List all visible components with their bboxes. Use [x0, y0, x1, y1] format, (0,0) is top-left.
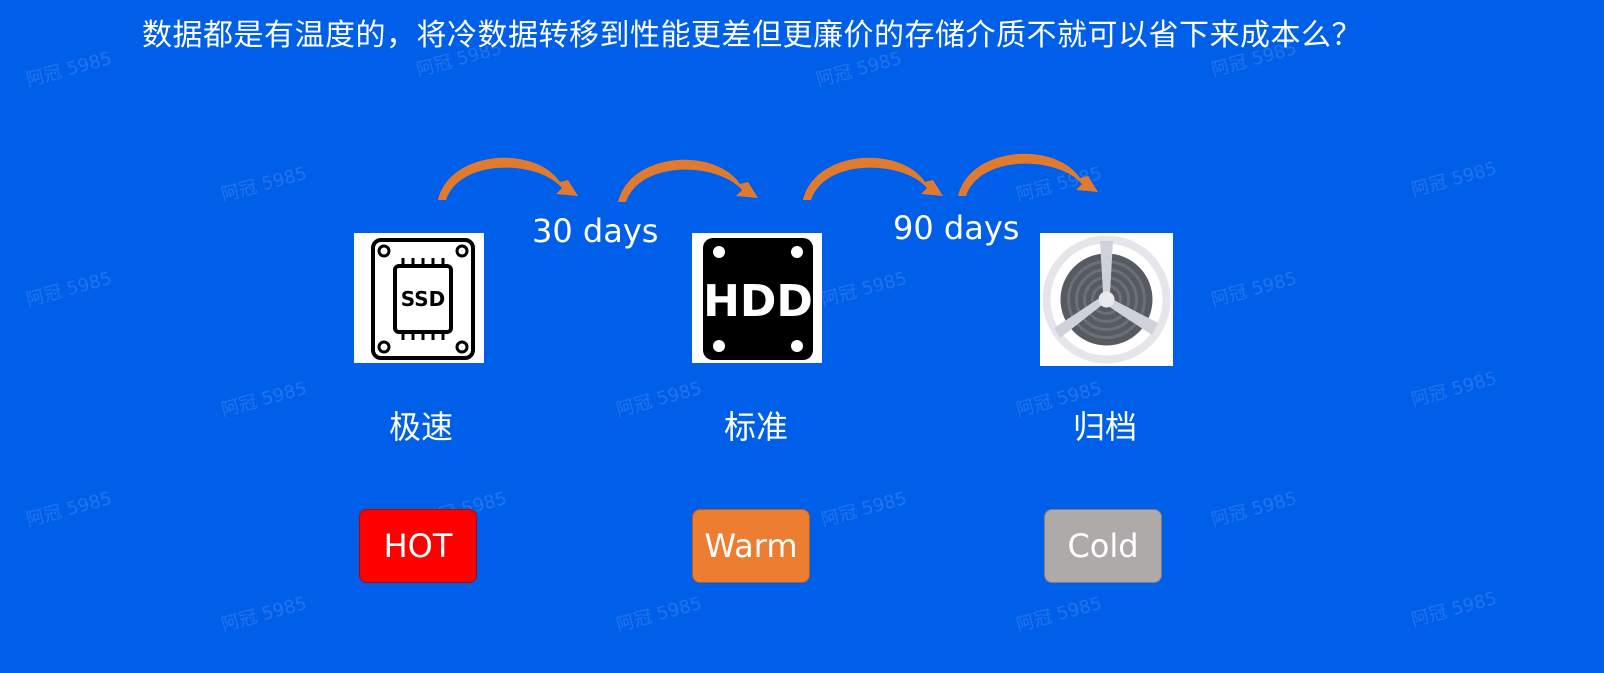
watermark-text: 阿冠 5985	[219, 592, 310, 636]
badge-cold: Cold	[1044, 509, 1162, 583]
ssd-icon-text: SSD	[401, 287, 446, 311]
hdd-icon: HDD	[692, 233, 822, 363]
watermark-text: 阿冠 5985	[819, 487, 910, 531]
transition-label-90-days: 90 days	[893, 209, 1020, 247]
watermark-text: 阿冠 5985	[614, 592, 705, 636]
watermark-text: 阿冠 5985	[1209, 487, 1300, 531]
watermark-text: 阿冠 5985	[1014, 592, 1105, 636]
archive-tape-icon	[1040, 233, 1173, 366]
ssd-icon: SSD	[354, 233, 484, 363]
tier-label-archive: 归档	[1072, 408, 1137, 446]
watermark-text: 阿冠 5985	[1409, 157, 1500, 201]
curved-arrow-icon	[803, 157, 943, 200]
curved-arrow-icon	[618, 159, 758, 202]
badge-hot: HOT	[359, 509, 477, 583]
tier-label-fast: 极速	[388, 408, 453, 446]
watermark-text: 阿冠 5985	[1409, 587, 1500, 631]
watermark-text: 阿冠 5985	[24, 47, 115, 91]
watermark-text: 阿冠 5985	[1409, 367, 1500, 411]
tier-label-standard: 标准	[723, 408, 788, 446]
transition-label-30-days: 30 days	[532, 212, 659, 250]
curved-arrow-icon	[438, 157, 578, 200]
watermark-text: 阿冠 5985	[219, 377, 310, 421]
watermark-text: 阿冠 5985	[24, 487, 115, 531]
watermark-text: 阿冠 5985	[219, 162, 310, 206]
watermark-text: 阿冠 5985	[819, 267, 910, 311]
watermark-text: 阿冠 5985	[1209, 267, 1300, 311]
badge-warm: Warm	[692, 509, 810, 583]
watermark-text: 阿冠 5985	[24, 267, 115, 311]
page-title: 数据都是有温度的，将冷数据转移到性能更差但更廉价的存储介质不就可以省下来成本么？	[142, 18, 1362, 53]
curved-arrow-icon	[958, 153, 1098, 196]
hdd-icon-text: HDD	[703, 276, 813, 327]
